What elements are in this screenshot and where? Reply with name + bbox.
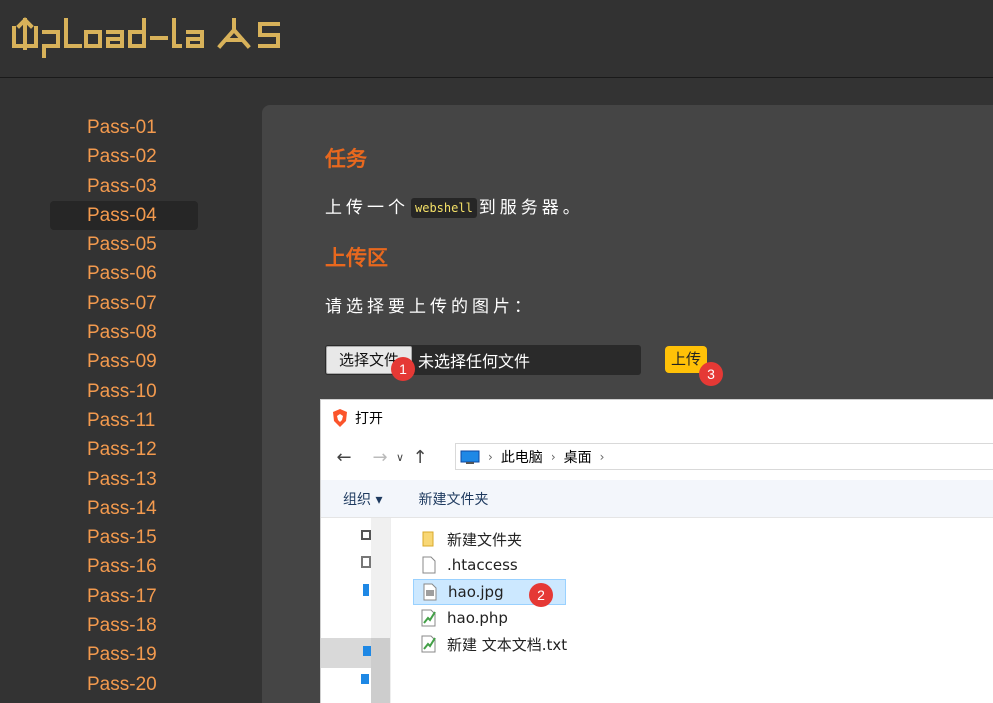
sidebar-item-pass-02[interactable]: Pass-02 [50, 142, 198, 171]
sidebar-item-pass-14[interactable]: Pass-14 [50, 494, 198, 523]
this-pc-icon [460, 450, 480, 464]
nav-pane-scrollbar-thumb[interactable] [371, 638, 390, 703]
task-text-before: 上传一个 [325, 198, 409, 218]
browser-shield-icon [331, 408, 349, 428]
sidebar-item-pass-16[interactable]: Pass-16 [50, 552, 198, 581]
sidebar-item-pass-11[interactable]: Pass-11 [50, 406, 198, 435]
breadcrumb-desktop[interactable]: 桌面 [564, 447, 592, 467]
file-name: 新建文件夹 [447, 530, 523, 549]
breadcrumb-separator-icon: › [488, 449, 493, 464]
file-name: .htaccess [447, 556, 518, 575]
list-item[interactable]: 新建文件夹 [413, 526, 813, 552]
sidebar-item-pass-17[interactable]: Pass-17 [50, 582, 198, 611]
webshell-code: webshell [411, 198, 477, 218]
list-item[interactable]: hao.php [413, 605, 813, 631]
sidebar-item-pass-18[interactable]: Pass-18 [50, 611, 198, 640]
breadcrumb-separator-icon: › [550, 449, 556, 464]
recent-locations-chevron-icon[interactable]: ∨ [393, 451, 407, 464]
logo[interactable] [10, 12, 300, 66]
sidebar-item-pass-12[interactable]: Pass-12 [50, 435, 198, 464]
dialog-titlebar: 打开 [321, 400, 993, 436]
step-badge-1: 1 [391, 357, 415, 381]
new-folder-button[interactable]: 新建文件夹 [418, 489, 488, 509]
upload-heading: 上传区 [325, 246, 388, 270]
task-heading: 任务 [325, 147, 367, 171]
sidebar-item-pass-04[interactable]: Pass-04 [50, 200, 198, 231]
sidebar-item-pass-20[interactable]: Pass-20 [50, 670, 198, 699]
address-bar[interactable]: › 此电脑 › 桌面 › [455, 443, 993, 470]
task-text-after: 到服务器。 [478, 198, 584, 218]
file-open-dialog: 打开 ← → ∨ ↑ › 此电脑 › 桌面 › 组织 ▾ 新建文件夹 新建文件夹… [320, 399, 993, 703]
sidebar-item-pass-03[interactable]: Pass-03 [50, 172, 198, 201]
sidebar-item-pass-08[interactable]: Pass-08 [50, 318, 198, 347]
up-arrow-icon[interactable]: ↑ [407, 447, 433, 468]
nav-pane-icon[interactable] [361, 674, 369, 684]
back-arrow-icon[interactable]: ← [331, 447, 357, 468]
sidebar-item-pass-07[interactable]: Pass-07 [50, 289, 198, 318]
sidebar-item-pass-15[interactable]: Pass-15 [50, 523, 198, 552]
file-name: hao.jpg [448, 582, 504, 601]
upload-labs-logo [12, 17, 280, 58]
image-file-icon [422, 583, 438, 601]
file-list: 新建文件夹 .htaccess hao.jpg 2 hao.php 新建 文本文… [413, 526, 813, 657]
task-description: 上传一个 webshell 到服务器。 [325, 193, 584, 218]
dialog-title: 打开 [355, 411, 383, 427]
file-status-text: 未选择任何文件 [418, 352, 531, 371]
file-name: 新建 文本文档.txt [447, 635, 568, 654]
sidebar-item-pass-09[interactable]: Pass-09 [50, 347, 198, 376]
upload-prompt: 请选择要上传的图片： [325, 297, 535, 317]
sidebar-item-pass-01[interactable]: Pass-01 [50, 113, 198, 142]
sidebar-item-pass-06[interactable]: Pass-06 [50, 259, 198, 288]
nav-pane-icon[interactable] [361, 530, 371, 540]
breadcrumb-this-pc[interactable]: 此电脑 [501, 447, 543, 467]
sidebar-menu: Pass-01 Pass-02 Pass-03 Pass-04 Pass-05 … [50, 113, 198, 699]
list-item[interactable]: 新建 文本文档.txt [413, 631, 813, 657]
file-icon [421, 556, 437, 574]
sidebar-item-pass-13[interactable]: Pass-13 [50, 465, 198, 494]
dialog-navigation: ← → ∨ ↑ › 此电脑 › 桌面 › [321, 436, 993, 478]
dialog-toolbar: 组织 ▾ 新建文件夹 [321, 480, 993, 518]
sidebar-item-pass-10[interactable]: Pass-10 [50, 377, 198, 406]
sidebar-item-pass-19[interactable]: Pass-19 [50, 640, 198, 669]
text-file-icon [421, 635, 437, 653]
php-file-icon [421, 609, 437, 627]
step-badge-3: 3 [699, 362, 723, 386]
organize-menu-button[interactable]: 组织 ▾ [343, 489, 382, 509]
list-item[interactable]: .htaccess [413, 552, 813, 578]
step-badge-2: 2 [529, 582, 553, 607]
navigation-pane[interactable] [321, 518, 391, 703]
breadcrumb-separator-icon: › [599, 449, 605, 464]
file-input[interactable]: 选择文件 未选择任何文件 [325, 345, 641, 375]
nav-pane-icon[interactable] [363, 646, 371, 656]
list-item-selected[interactable]: hao.jpg 2 [413, 578, 566, 607]
nav-pane-icon[interactable] [361, 556, 371, 568]
header [0, 0, 993, 78]
file-name: hao.php [447, 609, 508, 628]
sidebar-item-pass-05[interactable]: Pass-05 [50, 230, 198, 259]
folder-icon [421, 530, 437, 548]
nav-pane-icon[interactable] [363, 584, 369, 596]
forward-arrow-icon[interactable]: → [367, 447, 393, 468]
